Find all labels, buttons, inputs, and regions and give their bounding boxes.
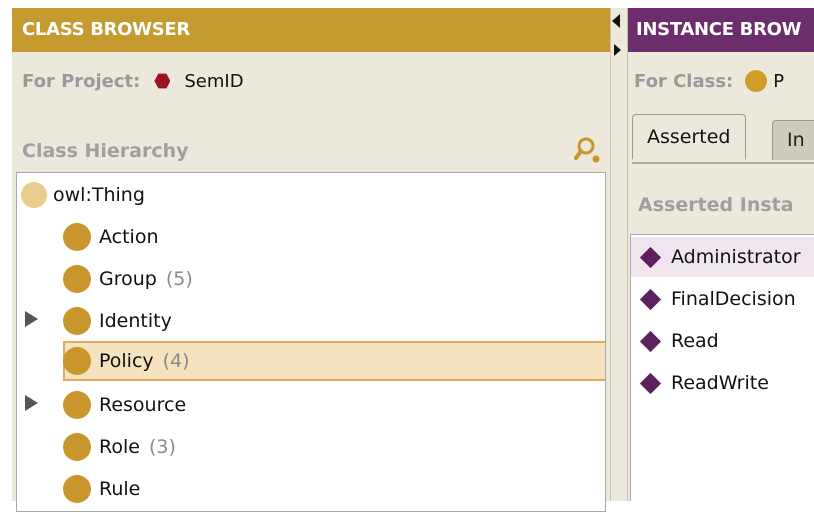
- instance-item-readwrite[interactable]: ReadWrite: [631, 363, 814, 403]
- project-label: For Project:: [22, 70, 141, 92]
- find-class-icon[interactable]: [574, 136, 602, 164]
- instance-diamond-icon: [639, 372, 662, 394]
- tree-node-count: (5): [165, 268, 193, 290]
- tree-node-count: (4): [162, 350, 190, 372]
- class-ball-icon: [63, 265, 91, 293]
- tree-node-label: Resource: [99, 394, 187, 416]
- class-ball-icon: [63, 223, 91, 251]
- tab-inferred[interactable]: In: [772, 120, 814, 160]
- tab-asserted[interactable]: Asserted: [632, 114, 746, 160]
- instance-item-finaldecision[interactable]: FinalDecision: [631, 279, 814, 319]
- tree-node-count: (3): [148, 436, 176, 458]
- tree-node-label: owl:Thing: [53, 184, 145, 206]
- instance-browser-header: INSTANCE BROW: [628, 8, 814, 52]
- collapse-right-arrow-icon[interactable]: [614, 44, 621, 56]
- class-hierarchy-tree[interactable]: owl:Thing Action Group (5) Identity Poli…: [16, 172, 606, 512]
- instance-label: FinalDecision: [671, 288, 796, 310]
- tree-node-role[interactable]: Role (3): [63, 429, 176, 465]
- tree-node-label: Policy: [99, 350, 154, 372]
- class-hierarchy-title: Class Hierarchy: [22, 140, 189, 162]
- tree-node-label: Rule: [99, 478, 141, 500]
- instance-label: Administrator: [671, 246, 801, 268]
- class-browser-header: CLASS BROWSER: [12, 8, 610, 52]
- class-browser-pane: CLASS BROWSER For Project: SemID Class H…: [12, 8, 610, 512]
- for-class-label: For Class:: [634, 70, 734, 92]
- tree-node-action[interactable]: Action: [63, 219, 159, 255]
- collapse-left-arrow-icon[interactable]: [612, 14, 620, 28]
- instance-diamond-icon: [639, 288, 662, 310]
- project-hexagon-icon: [154, 73, 171, 89]
- tree-node-label: Action: [99, 226, 159, 248]
- instance-label: Read: [671, 330, 719, 352]
- tree-node-label: Group: [99, 268, 157, 290]
- project-name: SemID: [184, 70, 244, 92]
- class-ball-icon: [745, 70, 768, 92]
- class-ball-icon: [63, 347, 91, 375]
- instance-diamond-icon: [639, 330, 662, 352]
- instance-label: ReadWrite: [671, 372, 769, 394]
- instance-diamond-icon: [639, 246, 662, 268]
- instance-item-administrator[interactable]: Administrator: [631, 237, 814, 277]
- tree-node-owl-thing[interactable]: owl:Thing: [21, 177, 145, 213]
- instance-browser-pane: INSTANCE BROW For Class: P In Asserted A…: [628, 8, 814, 501]
- class-ball-icon: [63, 307, 91, 335]
- class-ball-icon: [63, 475, 91, 503]
- class-ball-icon: [63, 433, 91, 461]
- instance-list[interactable]: Administrator FinalDecision Read ReadWri…: [630, 234, 814, 501]
- tree-node-group[interactable]: Group (5): [63, 261, 193, 297]
- tree-node-rule[interactable]: Rule: [63, 471, 140, 507]
- instance-tabs: In Asserted: [632, 114, 814, 164]
- class-hierarchy-row: Class Hierarchy: [22, 136, 602, 166]
- tree-node-identity[interactable]: Identity: [63, 303, 172, 339]
- tree-node-policy[interactable]: Policy (4): [63, 343, 190, 379]
- class-ball-icon: [63, 391, 91, 419]
- for-class-row: For Class: P: [634, 66, 784, 96]
- expand-resource-icon[interactable]: [25, 395, 38, 411]
- project-row: For Project: SemID: [22, 66, 244, 96]
- asserted-instances-title: Asserted Insta: [638, 194, 794, 216]
- for-class-name: P: [773, 70, 785, 92]
- instance-item-read[interactable]: Read: [631, 321, 814, 361]
- pane-splitter[interactable]: [610, 8, 628, 501]
- expand-identity-icon[interactable]: [25, 311, 38, 327]
- class-ball-icon: [21, 182, 47, 208]
- tree-node-label: Role: [99, 436, 140, 458]
- tree-node-resource[interactable]: Resource: [63, 387, 186, 423]
- tree-node-label: Identity: [99, 310, 172, 332]
